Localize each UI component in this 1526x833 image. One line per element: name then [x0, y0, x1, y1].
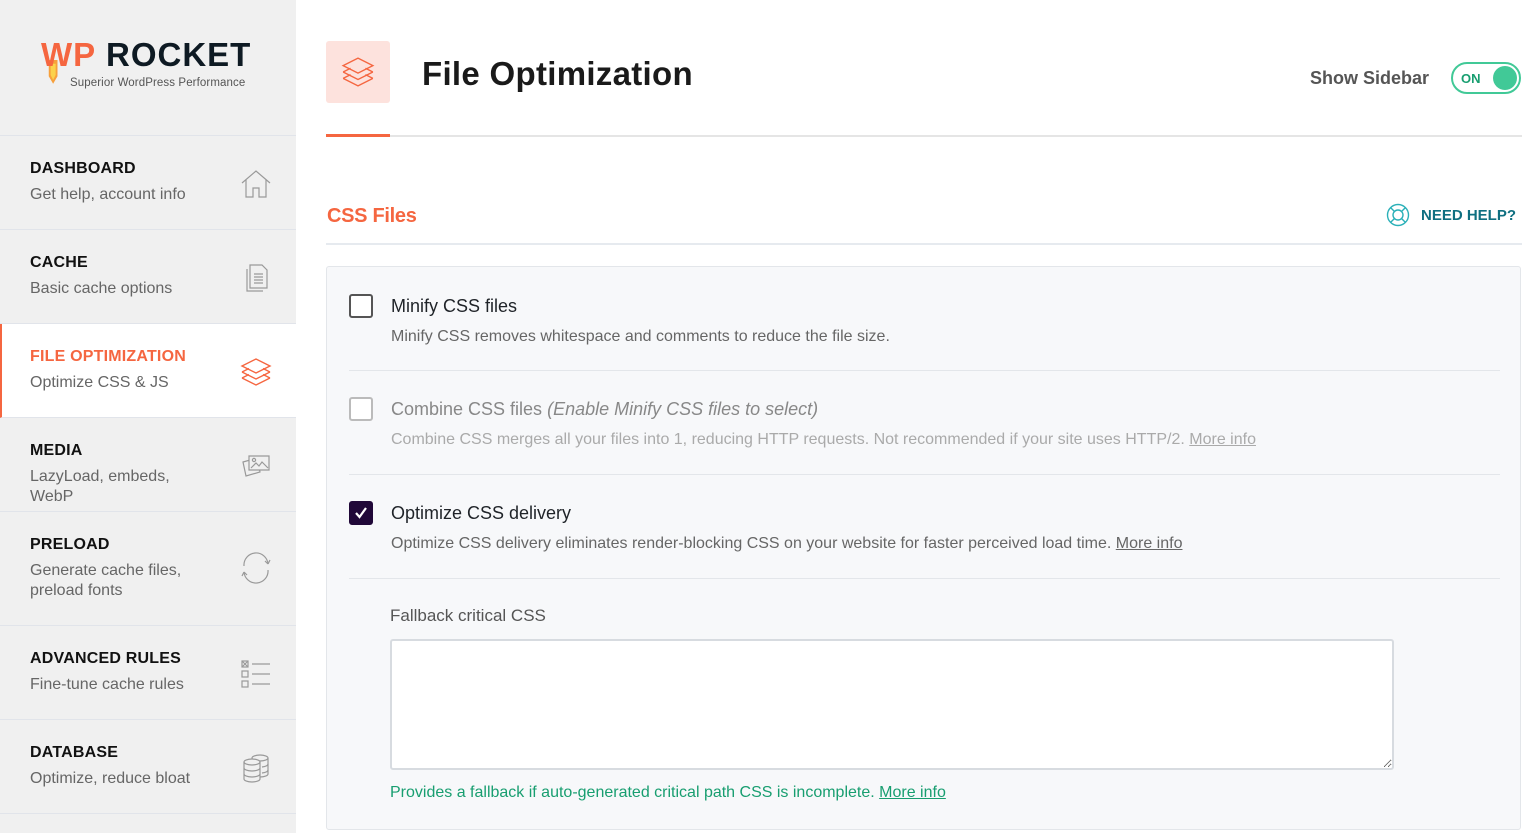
document-icon	[246, 264, 268, 292]
header-icon-box	[326, 41, 390, 103]
fallback-more-info-link[interactable]: More info	[879, 784, 946, 801]
images-icon	[242, 455, 270, 477]
sidebar-item-advanced-rules[interactable]: ADVANCED RULES Fine-tune cache rules	[0, 626, 296, 720]
minify-css-field: Minify CSS files Minify CSS removes whit…	[349, 267, 1500, 371]
sidebar-item-subtitle: Get help, account info	[30, 186, 186, 203]
sidebar-item-subtitle: LazyLoad, embeds, WebP	[30, 468, 170, 505]
logo-tagline: Superior WordPress Performance	[70, 77, 246, 89]
sidebar-item-media[interactable]: MEDIA LazyLoad, embeds, WebP	[0, 418, 296, 512]
optimize-css-delivery-more-info-link[interactable]: More info	[1116, 535, 1183, 552]
lifebuoy-icon	[1386, 203, 1410, 227]
field-label-text: Minify CSS files	[391, 296, 518, 316]
toggle-state-label: ON	[1461, 71, 1481, 86]
combine-css-more-info-link[interactable]: More info	[1189, 431, 1256, 448]
minify-css-label: Minify CSS files	[391, 296, 517, 317]
fallback-critical-css-textarea[interactable]	[390, 639, 1394, 770]
minify-css-checkbox[interactable]	[349, 294, 373, 318]
main-content: File Optimization Show Sidebar ON CSS Fi…	[326, 0, 1522, 833]
page-title: File Optimization	[422, 55, 693, 92]
description-text: Combine CSS merges all your files into 1…	[391, 431, 1185, 448]
sidebar-item-dashboard[interactable]: DASHBOARD Get help, account info	[0, 136, 296, 230]
sidebar-item-cache[interactable]: CACHE Basic cache options	[0, 230, 296, 324]
section-title: CSS Files	[327, 205, 417, 227]
field-label-text: Combine CSS files	[391, 399, 543, 419]
checkmark-icon	[355, 507, 367, 519]
sidebar-item-subtitle: Optimize CSS & JS	[30, 374, 169, 391]
refresh-icon	[241, 552, 271, 584]
sidebar-item-subtitle: Basic cache options	[30, 280, 173, 297]
combine-css-field: Combine CSS files (Enable Minify CSS fil…	[349, 371, 1500, 475]
sidebar-item-subtitle: Optimize, reduce bloat	[30, 770, 191, 787]
checklist-icon	[241, 660, 270, 688]
toggle-knob	[1493, 66, 1517, 90]
layers-icon	[240, 358, 272, 386]
field-label-text: Optimize CSS delivery	[391, 503, 572, 523]
header-active-indicator	[326, 134, 390, 137]
sidebar-item-database[interactable]: DATABASE Optimize, reduce bloat	[0, 720, 296, 814]
header-divider	[326, 135, 1522, 137]
wp-rocket-logo[interactable]: WP ROCKET Superior WordPress Performance	[0, 0, 296, 136]
combine-css-description: Combine CSS merges all your files into 1…	[391, 431, 1256, 449]
sidebar-item-subtitle: Generate cache files, preload fonts	[30, 562, 182, 599]
show-sidebar-toggle[interactable]: ON	[1451, 62, 1521, 94]
logo-wp-text: WP	[41, 36, 97, 73]
fallback-critical-css-label: Fallback critical CSS	[390, 606, 546, 625]
fallback-critical-css-help: Provides a fallback if auto-generated cr…	[390, 784, 946, 802]
need-help-label: NEED HELP?	[1421, 206, 1517, 224]
sidebar: WP ROCKET Superior WordPress Performance…	[0, 0, 296, 833]
combine-css-label: Combine CSS files (Enable Minify CSS fil…	[391, 399, 818, 420]
optimize-css-delivery-checkbox[interactable]	[349, 501, 373, 525]
optimize-css-delivery-field: Optimize CSS delivery Optimize CSS deliv…	[349, 475, 1500, 579]
combine-css-checkbox[interactable]	[349, 397, 373, 421]
sidebar-item-file-optimization[interactable]: FILE OPTIMIZATION Optimize CSS & JS	[0, 324, 296, 418]
sidebar-item-preload[interactable]: PRELOAD Generate cache files, preload fo…	[0, 512, 296, 626]
optimize-css-delivery-label: Optimize CSS delivery	[391, 503, 571, 524]
field-hint: (Enable Minify CSS files to select)	[547, 399, 819, 419]
minify-css-description: Minify CSS removes whitespace and commen…	[391, 328, 890, 345]
sidebar-item-subtitle: Fine-tune cache rules	[30, 676, 184, 693]
show-sidebar-label: Show Sidebar	[1310, 68, 1430, 88]
description-text: Optimize CSS delivery eliminates render-…	[391, 535, 1112, 552]
database-icon	[243, 754, 269, 783]
help-text: Provides a fallback if auto-generated cr…	[390, 784, 875, 801]
optimize-css-delivery-description: Optimize CSS delivery eliminates render-…	[391, 535, 1182, 553]
layers-icon	[341, 57, 375, 87]
section-divider	[326, 243, 1522, 245]
home-icon	[241, 170, 271, 198]
logo-rocket-text: ROCKET	[106, 36, 252, 73]
need-help-link[interactable]: NEED HELP?	[1386, 203, 1516, 227]
